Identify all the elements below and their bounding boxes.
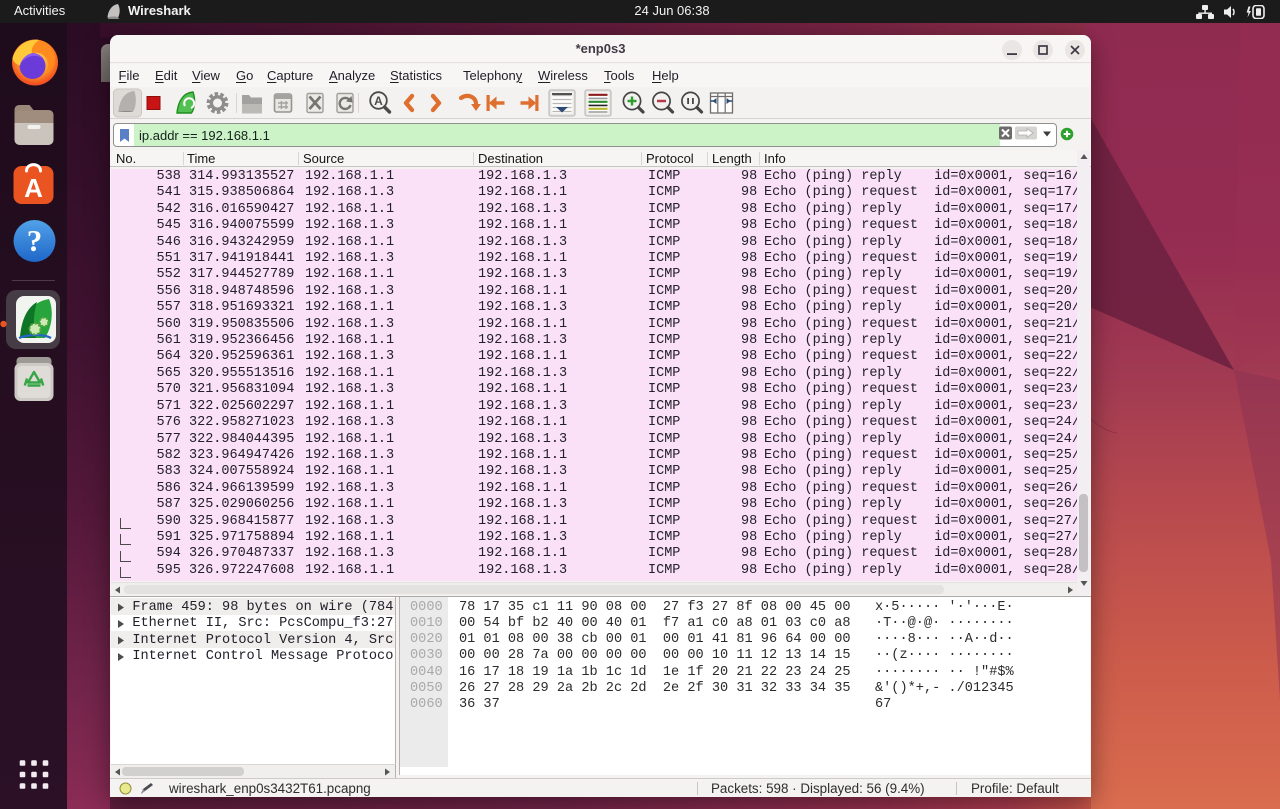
svg-text:?: ? [27, 223, 43, 258]
svg-text:A: A [24, 173, 43, 203]
svg-text:A: A [374, 94, 383, 108]
